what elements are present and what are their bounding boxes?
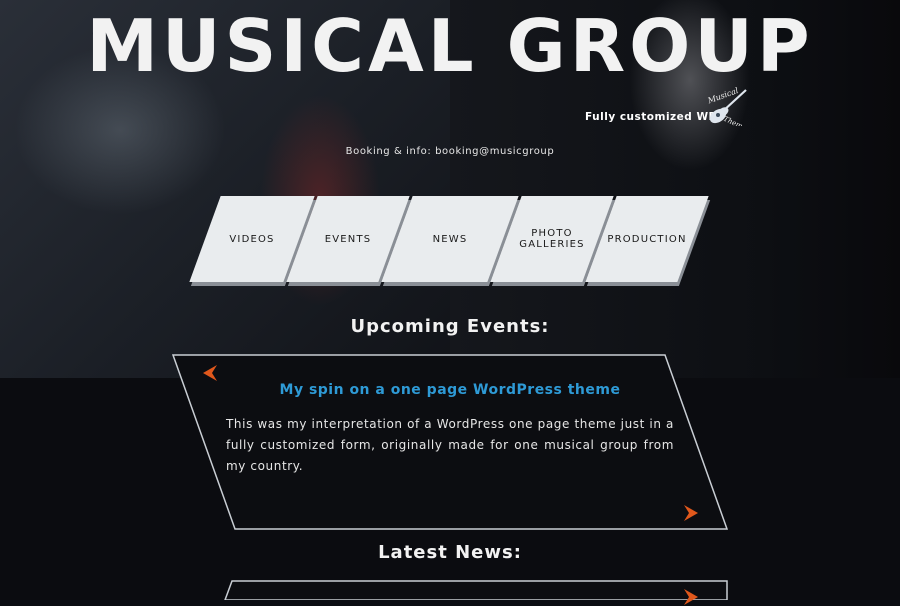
chevron-right-icon[interactable] (683, 588, 699, 606)
event-description: This was my interpretation of a WordPres… (226, 417, 674, 473)
chevron-right-icon[interactable] (683, 504, 699, 522)
news-card-frame (224, 580, 728, 600)
chevron-left-icon[interactable] (202, 364, 218, 382)
card-frames (171, 354, 729, 600)
event-title[interactable]: My spin on a one page WordPress theme (220, 382, 680, 398)
news-heading: Latest News: (378, 542, 522, 563)
